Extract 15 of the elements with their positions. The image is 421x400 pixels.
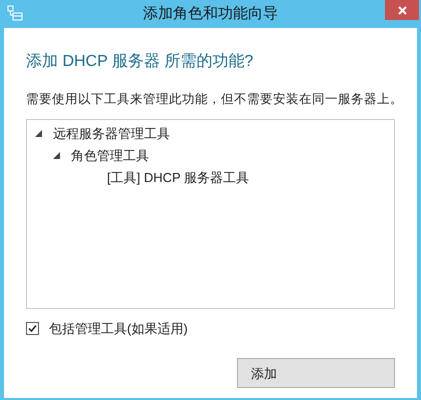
- checkbox-label: 包括管理工具(如果适用): [49, 320, 188, 338]
- include-tools-checkbox[interactable]: [26, 322, 39, 335]
- window-title: 添加角色和功能向导: [143, 4, 278, 24]
- add-features-button[interactable]: 添加: [237, 358, 395, 388]
- dialog-heading: 添加 DHCP 服务器 所需的功能?: [26, 52, 254, 72]
- expanded-triangle-icon[interactable]: [53, 152, 60, 160]
- description-text: 需要使用以下工具来管理此功能，但不需要安装在同一服务器上。: [26, 91, 395, 108]
- expanded-triangle-icon[interactable]: [35, 130, 42, 138]
- tree-item[interactable]: 角色管理工具: [71, 146, 149, 166]
- window-app-icon: [7, 5, 23, 22]
- tree-item[interactable]: [工具] DHCP 服务器工具: [89, 168, 250, 188]
- tree-item[interactable]: 远程服务器管理工具: [53, 124, 170, 144]
- close-button[interactable]: [385, 0, 419, 20]
- checkmark-icon: [28, 324, 37, 333]
- close-icon: [398, 6, 406, 14]
